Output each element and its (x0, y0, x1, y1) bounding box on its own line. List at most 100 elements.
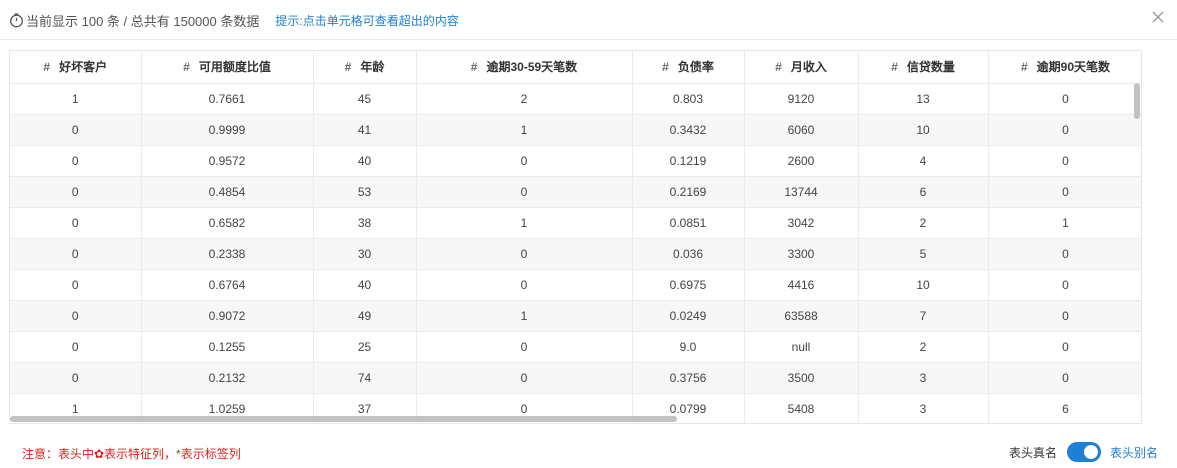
table-cell[interactable]: 0.3432 (632, 114, 745, 146)
table-cell[interactable]: 0 (988, 269, 1141, 301)
data-table-container[interactable]: # 好坏客户 # 可用额度比值 # 年龄 # 逾期30-59天笔数 # 负债率 # 月收入 # 信贷数量 #… (9, 50, 1142, 424)
table-cell[interactable]: 63588 (744, 300, 859, 332)
table-header-row: # 好坏客户 # 可用额度比值 # 年龄 # 逾期30-59天笔数 # 负债率 # 月收入 # 信贷数量 #… (10, 51, 1141, 84)
table-cell[interactable]: 38 (313, 207, 417, 239)
table-cell[interactable]: 7 (858, 300, 989, 332)
table-cell[interactable]: 2 (858, 207, 989, 239)
table-cell[interactable]: 2 (416, 83, 633, 115)
table-cell[interactable]: null (744, 331, 859, 363)
table-cell[interactable]: 0.036 (632, 238, 745, 270)
table-cell[interactable]: 30 (313, 238, 417, 270)
table-cell[interactable]: 0.6582 (141, 207, 314, 239)
table-cell[interactable]: 0 (10, 331, 142, 363)
vertical-scrollbar[interactable] (1134, 83, 1140, 119)
table-cell[interactable]: 9120 (744, 83, 859, 115)
column-header[interactable]: # 逾期90天笔数 (988, 51, 1141, 84)
table-cell[interactable]: 0.4854 (141, 176, 314, 208)
table-cell[interactable]: 45 (313, 83, 417, 115)
table-cell[interactable]: 25 (313, 331, 417, 363)
table-cell[interactable]: 5 (858, 238, 989, 270)
table-cell[interactable]: 0.1255 (141, 331, 314, 363)
table-cell[interactable]: 0 (10, 269, 142, 301)
table-cell[interactable]: 40 (313, 145, 417, 177)
table-cell[interactable]: 0 (10, 300, 142, 332)
table-cell[interactable]: 0 (10, 114, 142, 146)
table-cell[interactable]: 3042 (744, 207, 859, 239)
table-cell[interactable]: 1 (10, 83, 142, 115)
table-cell[interactable]: 0 (988, 83, 1141, 115)
table-cell[interactable]: 0 (10, 238, 142, 270)
column-header[interactable]: # 年龄 (313, 51, 417, 84)
table-cell[interactable]: 0.2338 (141, 238, 314, 270)
table-cell[interactable]: 0.803 (632, 83, 745, 115)
column-header[interactable]: # 负债率 (632, 51, 745, 84)
header-alias-switch[interactable] (1066, 442, 1101, 462)
table-cell[interactable]: 4416 (744, 269, 859, 301)
column-header[interactable]: # 好坏客户 (10, 51, 142, 84)
table-cell[interactable]: 0 (988, 145, 1141, 177)
table-cell[interactable]: 1 (416, 114, 633, 146)
table-cell[interactable]: 2 (858, 331, 989, 363)
column-header[interactable]: # 可用额度比值 (141, 51, 314, 84)
table-cell[interactable]: 0 (988, 176, 1141, 208)
table-cell[interactable]: 0 (416, 331, 633, 363)
table-cell[interactable]: 0.6764 (141, 269, 314, 301)
table-cell[interactable]: 2600 (744, 145, 859, 177)
table-cell[interactable]: 0 (10, 362, 142, 394)
table-cell[interactable]: 6 (988, 393, 1141, 423)
table-cell[interactable]: 0 (416, 145, 633, 177)
table-cell[interactable]: 0.0851 (632, 207, 745, 239)
table-cell[interactable]: 74 (313, 362, 417, 394)
table-cell[interactable]: 10 (858, 269, 989, 301)
table-cell[interactable]: 0 (988, 362, 1141, 394)
table-cell[interactable]: 5408 (744, 393, 859, 423)
table-cell[interactable]: 0.6975 (632, 269, 745, 301)
table-cell[interactable]: 3 (858, 393, 989, 423)
table-cell[interactable]: 41 (313, 114, 417, 146)
column-header[interactable]: # 逾期30-59天笔数 (416, 51, 633, 84)
table-cell[interactable]: 6 (858, 176, 989, 208)
horizontal-scrollbar[interactable] (10, 416, 677, 422)
table-cell[interactable]: 1 (988, 207, 1141, 239)
table-cell[interactable]: 0 (988, 114, 1141, 146)
table-cell[interactable]: 0 (416, 269, 633, 301)
table-cell[interactable]: 49 (313, 300, 417, 332)
table-cell[interactable]: 4 (858, 145, 989, 177)
table-cell[interactable]: 0.7661 (141, 83, 314, 115)
table-cell[interactable]: 0 (416, 238, 633, 270)
table-cell[interactable]: 9.0 (632, 331, 745, 363)
table-cell[interactable]: 40 (313, 269, 417, 301)
table-cell[interactable]: 0 (10, 145, 142, 177)
numeric-type-icon: # (775, 60, 782, 75)
table-cell[interactable]: 13744 (744, 176, 859, 208)
table-cell[interactable]: 1 (416, 300, 633, 332)
table-cell[interactable]: 0.1219 (632, 145, 745, 177)
table-cell[interactable]: 0.0249 (632, 300, 745, 332)
table-cell[interactable]: 0.9072 (141, 300, 314, 332)
column-header[interactable]: # 信贷数量 (858, 51, 989, 84)
table-cell[interactable]: 0 (10, 176, 142, 208)
table-cell[interactable]: 3 (858, 362, 989, 394)
table-cell[interactable]: 3500 (744, 362, 859, 394)
table-row: 0 0.4854 53 0 0.2169 13744 6 0 (10, 176, 1141, 208)
table-cell[interactable]: 1 (416, 207, 633, 239)
table-cell[interactable]: 53 (313, 176, 417, 208)
table-cell[interactable]: 0 (988, 331, 1141, 363)
table-cell[interactable]: 0.3756 (632, 362, 745, 394)
table-cell[interactable]: 0.2169 (632, 176, 745, 208)
table-cell[interactable]: 0.9572 (141, 145, 314, 177)
table-cell[interactable]: 0.2132 (141, 362, 314, 394)
table-cell[interactable]: 0 (416, 362, 633, 394)
close-icon[interactable] (1151, 10, 1165, 24)
table-cell[interactable]: 0 (416, 176, 633, 208)
table-cell[interactable]: 0.9999 (141, 114, 314, 146)
table-row: 0 0.2132 74 0 0.3756 3500 3 0 (10, 362, 1141, 394)
table-cell[interactable]: 0 (10, 207, 142, 239)
table-cell[interactable]: 6060 (744, 114, 859, 146)
table-cell[interactable]: 3300 (744, 238, 859, 270)
table-cell[interactable]: 13 (858, 83, 989, 115)
table-cell[interactable]: 10 (858, 114, 989, 146)
table-cell[interactable]: 0 (988, 238, 1141, 270)
column-header[interactable]: # 月收入 (744, 51, 859, 84)
table-cell[interactable]: 0 (988, 300, 1141, 332)
